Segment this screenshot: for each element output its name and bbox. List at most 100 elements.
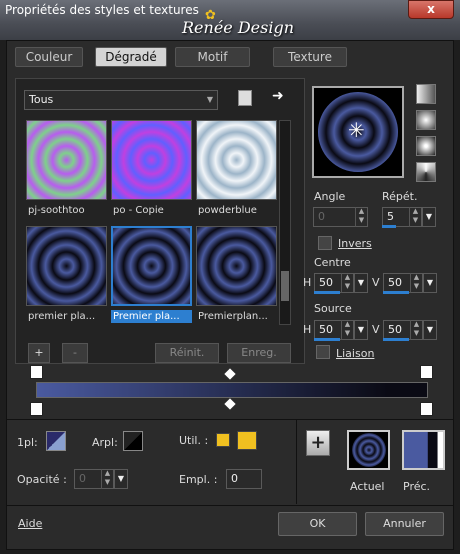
source-v-slider-bar[interactable] bbox=[383, 338, 409, 341]
opacity-field[interactable]: 0 ▲ ▼ bbox=[74, 469, 114, 489]
opacity-dropdown[interactable]: ▼ bbox=[114, 469, 128, 489]
repeat-field[interactable]: 5 ▲ ▼ bbox=[382, 207, 422, 227]
centre-h-slider-bar[interactable] bbox=[314, 291, 340, 294]
source-v-label: V bbox=[372, 323, 380, 336]
source-v-dropdown[interactable]: ▼ bbox=[423, 320, 437, 340]
source-v-spinner[interactable]: ▲ ▼ bbox=[410, 320, 422, 340]
angle-label: Angle bbox=[314, 190, 346, 203]
tab-degrade[interactable]: Dégradé bbox=[95, 47, 167, 67]
help-link[interactable]: Aide bbox=[18, 517, 42, 530]
opacity-label: Opacité : bbox=[17, 473, 67, 486]
previous-label: Préc. bbox=[403, 480, 431, 493]
gradient-name: pj-soothtoo bbox=[28, 205, 85, 216]
link-checkbox[interactable] bbox=[316, 345, 330, 359]
used-color-swatch[interactable] bbox=[237, 431, 257, 450]
previous-swatch[interactable] bbox=[402, 430, 445, 470]
centre-h-spinner[interactable]: ▲ ▼ bbox=[341, 273, 353, 293]
source-h-dropdown[interactable]: ▼ bbox=[354, 320, 368, 340]
source-h-spinner[interactable]: ▲ ▼ bbox=[341, 320, 353, 340]
centre-h-field[interactable]: 50 ▲ ▼ bbox=[314, 273, 354, 293]
repeat-slider-bar[interactable] bbox=[382, 225, 396, 228]
category-dropdown[interactable]: Tous ▼ bbox=[24, 90, 218, 110]
ok-button[interactable]: OK bbox=[278, 512, 357, 536]
chevron-down-icon: ▼ bbox=[425, 212, 433, 221]
gradient-editor-bar[interactable] bbox=[36, 382, 428, 398]
invert-label: Invers bbox=[338, 237, 372, 250]
source-v-value: 50 bbox=[388, 323, 402, 336]
used-label: Util. : bbox=[179, 434, 209, 447]
angle-spinner[interactable]: ▲ ▼ bbox=[355, 207, 367, 227]
source-h-value: 50 bbox=[319, 323, 333, 336]
color-stop-marker[interactable] bbox=[30, 402, 43, 416]
gradient-item-selected[interactable]: Premier pla... bbox=[111, 226, 194, 326]
tab-texture[interactable]: Texture bbox=[273, 47, 347, 67]
add-to-palette-button[interactable]: + bbox=[306, 430, 330, 456]
gradient-preview: ✳ bbox=[312, 86, 404, 178]
source-h-slider-bar[interactable] bbox=[314, 338, 340, 341]
centre-v-field[interactable]: 50 ▲ ▼ bbox=[383, 273, 423, 293]
centre-h-value: 50 bbox=[319, 276, 333, 289]
tab-couleur[interactable]: Couleur bbox=[15, 47, 83, 67]
source-h-label: H bbox=[303, 323, 312, 336]
center-marker-icon: ✳ bbox=[348, 118, 365, 142]
background-swatch[interactable] bbox=[123, 431, 143, 451]
sunburst-style-button[interactable] bbox=[416, 162, 436, 182]
angle-field[interactable]: 0 ▲ ▼ bbox=[313, 207, 368, 227]
gradient-name: Premier pla... bbox=[111, 310, 192, 323]
used-color-swatch[interactable] bbox=[216, 433, 230, 447]
centre-v-slider-bar[interactable] bbox=[383, 291, 409, 294]
linear-style-button[interactable] bbox=[416, 84, 436, 104]
repeat-value: 5 bbox=[387, 210, 394, 223]
gradient-item[interactable]: Premierplan... bbox=[196, 226, 279, 326]
gradient-item[interactable]: po - Copie bbox=[111, 120, 194, 220]
foreground-label: 1pl: bbox=[17, 436, 38, 449]
source-h-field[interactable]: 50 ▲ ▼ bbox=[314, 320, 354, 340]
radial-style-button[interactable] bbox=[416, 136, 436, 156]
invert-checkbox[interactable] bbox=[318, 236, 332, 250]
repeat-spinner[interactable]: ▲ ▼ bbox=[409, 207, 421, 227]
centre-v-spinner[interactable]: ▲ ▼ bbox=[410, 273, 422, 293]
centre-h-dropdown[interactable]: ▼ bbox=[354, 273, 368, 293]
source-label: Source bbox=[314, 302, 352, 315]
cancel-button[interactable]: Annuler bbox=[365, 512, 444, 536]
arrow-right-icon[interactable]: ➜ bbox=[272, 88, 284, 104]
scrollbar-thumb[interactable] bbox=[281, 271, 289, 301]
save-button[interactable]: Enreg. bbox=[227, 343, 291, 363]
gradient-item[interactable]: premier pla... bbox=[26, 226, 109, 326]
tab-motif[interactable]: Motif bbox=[175, 47, 250, 67]
color-stop-marker[interactable] bbox=[420, 402, 433, 416]
centre-v-value: 50 bbox=[388, 276, 402, 289]
gradient-name: Premierplan... bbox=[198, 311, 268, 322]
close-button[interactable]: x bbox=[408, 0, 454, 19]
color-stop-marker[interactable] bbox=[30, 365, 43, 379]
remove-gradient-button[interactable]: - bbox=[62, 343, 88, 363]
position-field[interactable]: 0 bbox=[226, 469, 262, 489]
window-title: Propriétés des styles et textures bbox=[5, 3, 199, 17]
chevron-down-icon: ▼ bbox=[357, 278, 365, 287]
angle-value: 0 bbox=[318, 210, 325, 223]
current-swatch[interactable] bbox=[347, 430, 390, 470]
rectangular-style-button[interactable] bbox=[416, 110, 436, 130]
centre-v-dropdown[interactable]: ▼ bbox=[423, 273, 437, 293]
foreground-swatch[interactable] bbox=[46, 431, 66, 451]
list-view-icon[interactable] bbox=[238, 90, 252, 106]
current-label: Actuel bbox=[350, 480, 385, 493]
repeat-dropdown[interactable]: ▼ bbox=[422, 207, 436, 227]
link-label: Liaison bbox=[336, 347, 375, 360]
reset-button[interactable]: Réinit. bbox=[155, 343, 219, 363]
opacity-spinner[interactable]: ▲ ▼ bbox=[101, 469, 113, 489]
color-stop-marker[interactable] bbox=[420, 365, 433, 379]
gradient-item[interactable]: pj-soothtoo bbox=[26, 120, 109, 220]
gradient-scrollbar[interactable] bbox=[279, 120, 291, 325]
chevron-down-icon: ▼ bbox=[206, 95, 213, 104]
gradient-name: premier pla... bbox=[28, 311, 96, 322]
add-gradient-button[interactable]: + bbox=[28, 343, 50, 363]
background-label: Arpl: bbox=[92, 436, 118, 449]
gradient-swatch bbox=[111, 226, 192, 306]
gradient-item[interactable]: powderblue bbox=[196, 120, 279, 220]
chevron-down-icon: ▼ bbox=[426, 278, 434, 287]
gradient-swatch bbox=[196, 120, 277, 200]
repeat-label: Répét. bbox=[382, 190, 418, 203]
source-v-field[interactable]: 50 ▲ ▼ bbox=[383, 320, 423, 340]
gradient-swatch bbox=[26, 226, 107, 306]
